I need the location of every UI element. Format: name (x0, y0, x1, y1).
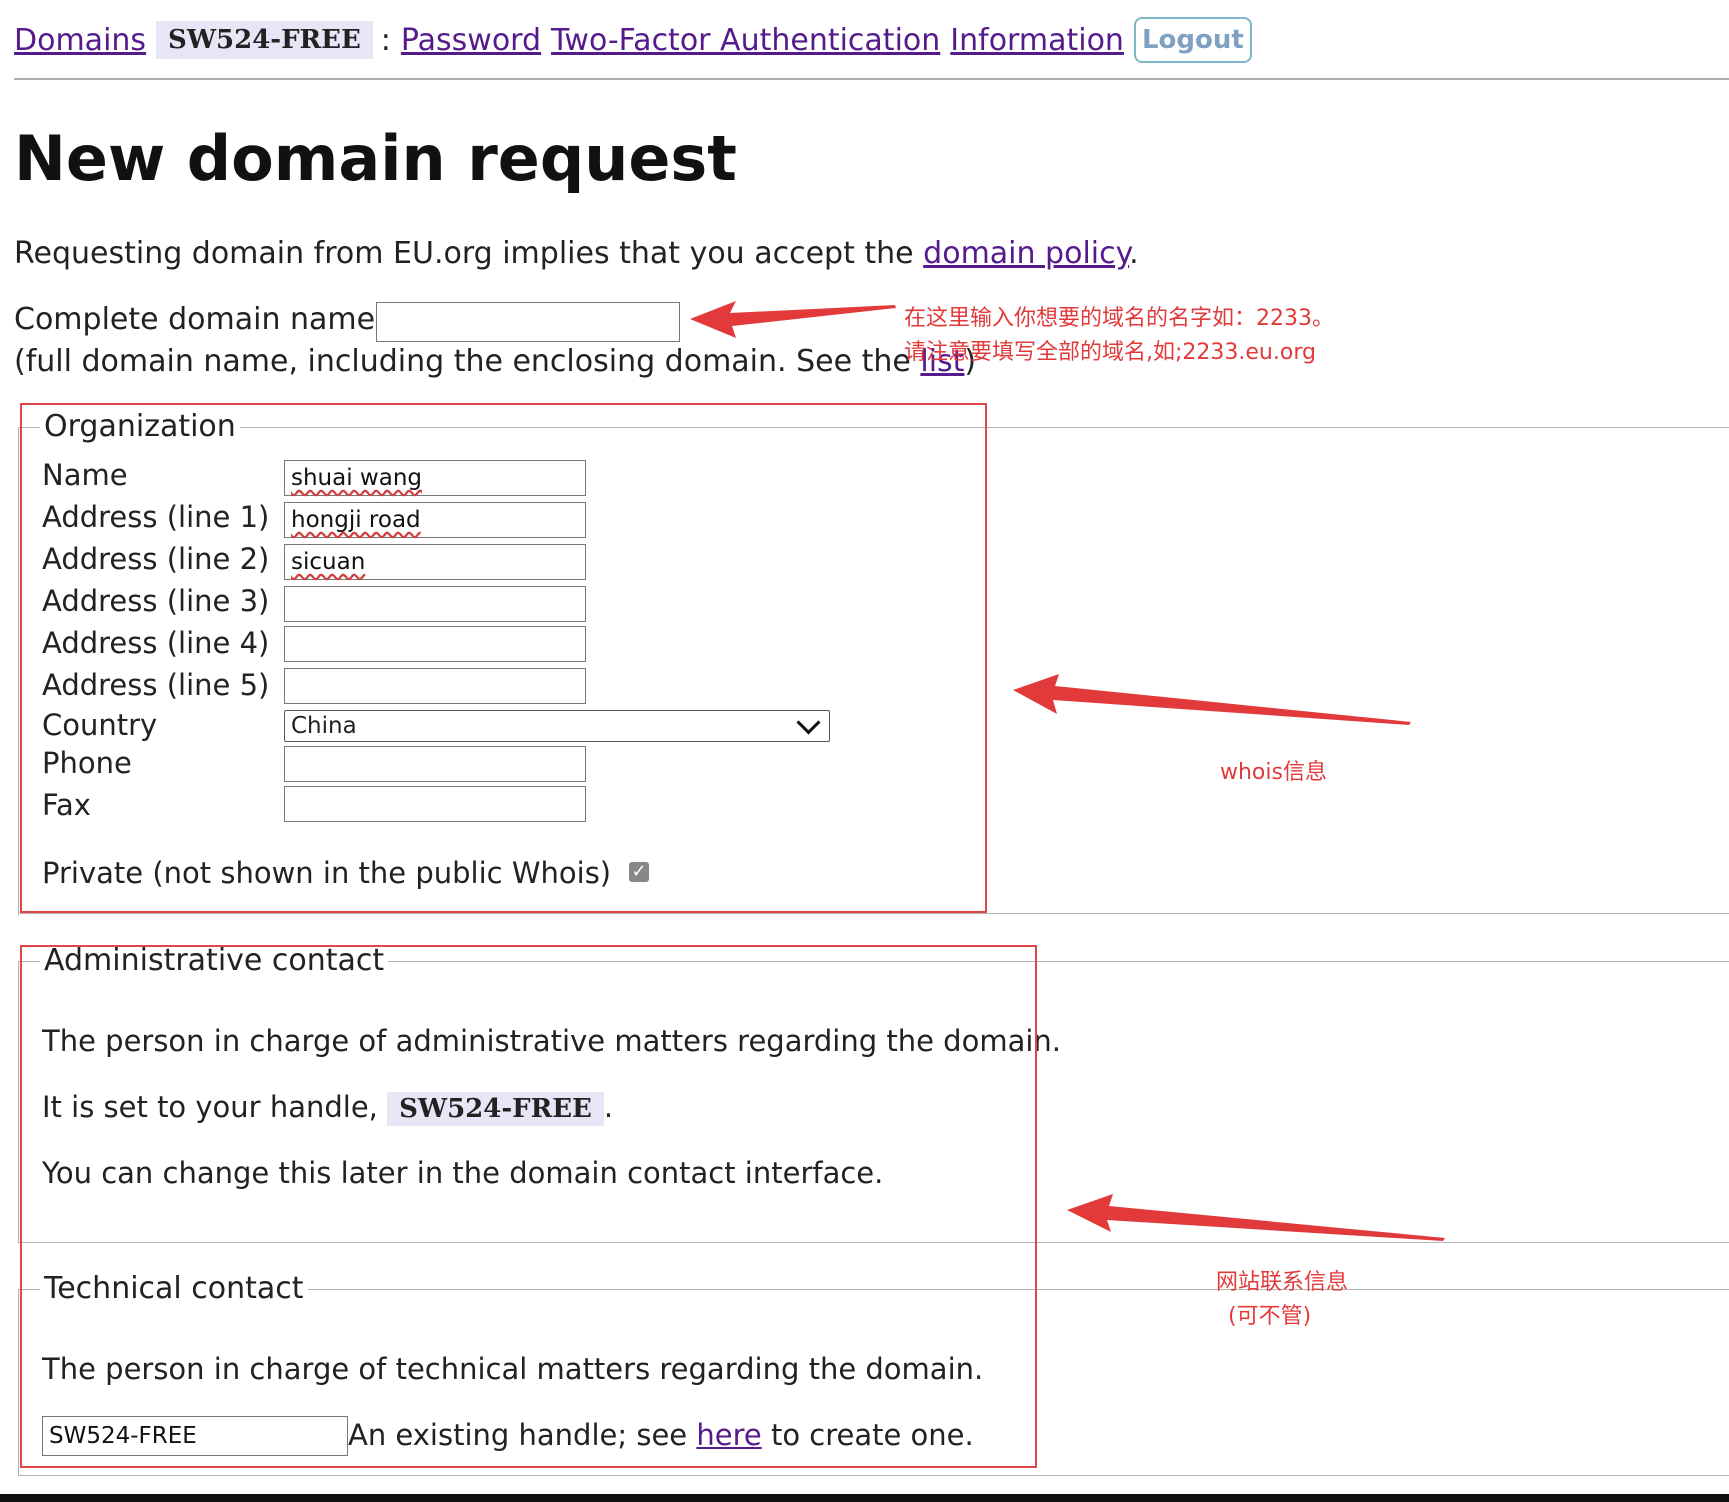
tech-fieldset-bottom (18, 1475, 1729, 1476)
page-title: New domain request (14, 122, 737, 195)
annotation-whois-note: whois信息 (1220, 760, 1327, 785)
annotation-contact-note-2: (可不管) (1228, 1304, 1312, 1329)
annotation-arrow-whois (1013, 674, 1411, 725)
organization-fieldset-left (18, 427, 19, 915)
logout-button[interactable]: Logout (1133, 17, 1252, 63)
domain-name-label: Complete domain name (14, 302, 376, 337)
annotation-domain-note-1: 在这里输入你想要的域名的名字如：2233。 (904, 306, 1334, 331)
domain-help-text: (full domain name, including the enclosi… (14, 344, 921, 379)
domain-help: (full domain name, including the enclosi… (14, 344, 976, 379)
nav-password-link[interactable]: Password (401, 23, 541, 58)
organization-fieldset-bottom (18, 913, 1729, 914)
tech-fieldset-left (18, 1289, 19, 1475)
policy-intro-suffix: . (1129, 236, 1139, 271)
policy-intro: Requesting domain from EU.org implies th… (14, 236, 1139, 271)
domain-name-input[interactable] (376, 302, 680, 342)
nav-two-factor-link[interactable]: Two-Factor Authentication (551, 23, 940, 58)
bottom-edge (0, 1494, 1729, 1502)
domain-policy-link[interactable]: domain policy (923, 236, 1129, 271)
annotation-arrow-domain (690, 301, 896, 338)
policy-intro-text: Requesting domain from EU.org implies th… (14, 236, 924, 271)
annotation-box-organization (20, 403, 987, 913)
admin-fieldset-left (18, 961, 19, 1242)
nav-separator: : (380, 22, 391, 58)
nav-divider (14, 78, 1729, 80)
annotation-arrow-contact (1067, 1194, 1445, 1241)
annotation-contact-note-1: 网站联系信息 (1216, 1270, 1349, 1295)
nav-domains-link[interactable]: Domains (14, 23, 146, 58)
nav-information-link[interactable]: Information (950, 23, 1124, 58)
annotation-box-contacts (20, 945, 1037, 1468)
annotation-domain-note-2: 请注意要填写全部的域名,如;2233.eu.org (904, 340, 1316, 365)
top-nav: Domains SW524-FREE : Password Two-Factor… (14, 14, 1252, 66)
nav-handle: SW524-FREE (156, 21, 373, 59)
